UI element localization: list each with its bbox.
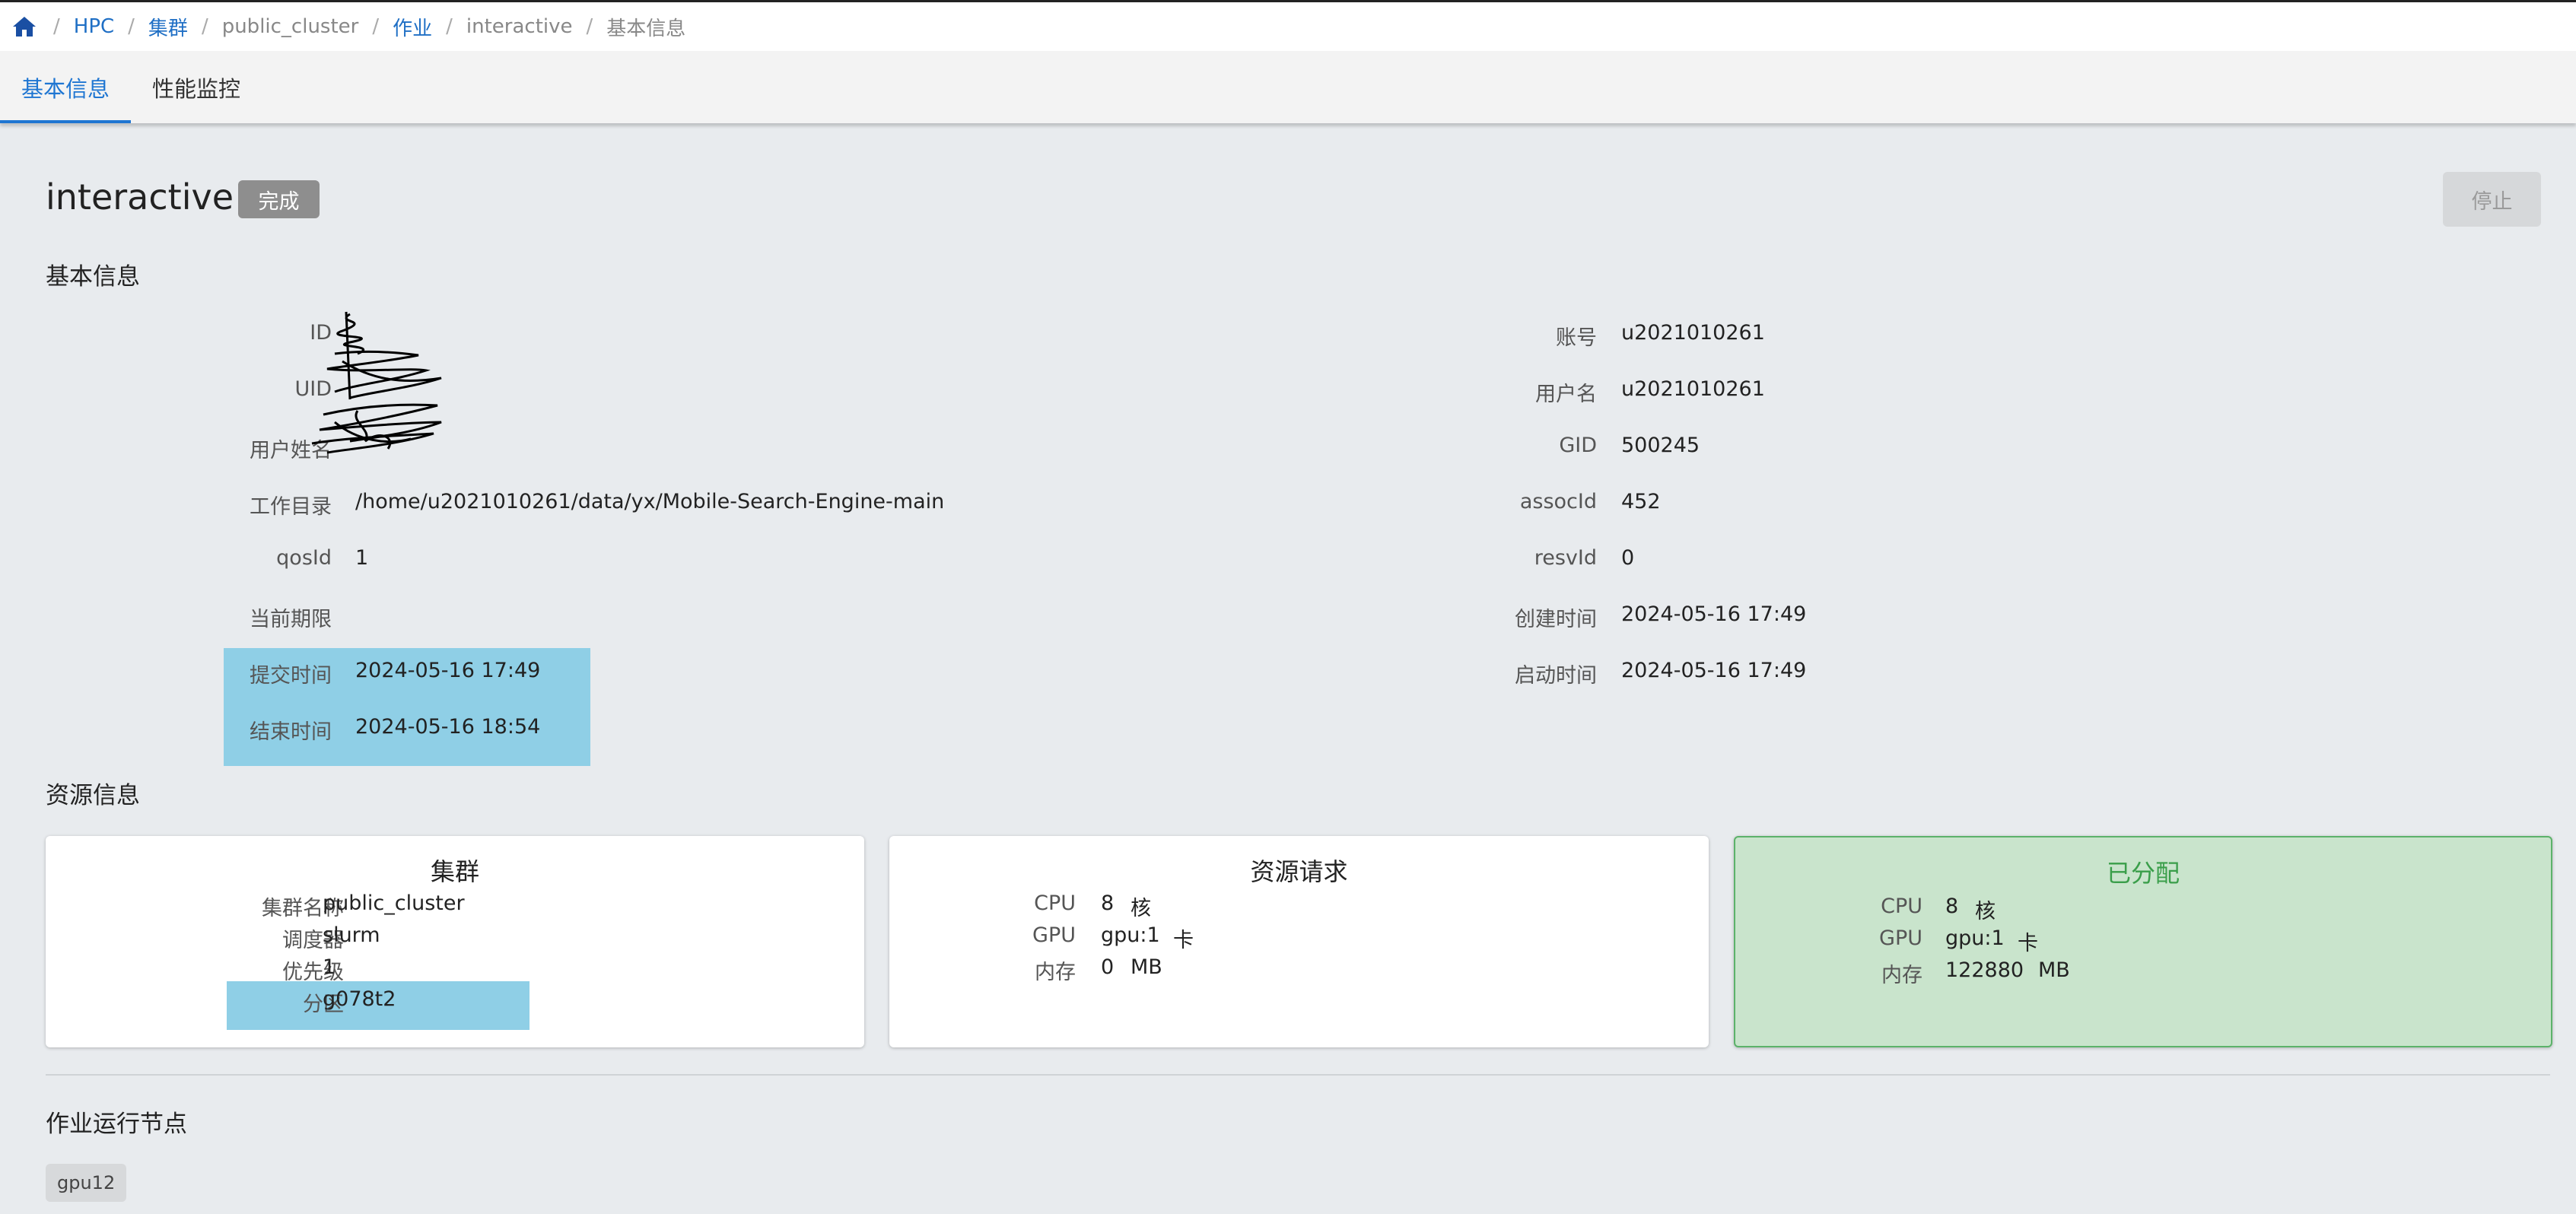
request-memory-label: 内存 [1035, 961, 1076, 984]
field-value-account: u2021010261 [1621, 321, 1765, 345]
job-nodes-title: 作业运行节点 [46, 1111, 187, 1138]
request-card-title: 资源请求 [1250, 857, 1348, 886]
request-gpu-label: GPU [1032, 923, 1076, 947]
tab-bar: 基本信息 性能监控 [0, 51, 2576, 123]
field-label-user-full-name: 用户姓名 [250, 439, 332, 462]
allocated-cpu-label: CPU [1881, 895, 1922, 918]
field-label-qosid: qosId [276, 546, 332, 570]
partition-value: g078t2 [323, 987, 396, 1011]
field-value-work-dir: /home/u2021010261/data/yx/Mobile-Search-… [355, 490, 945, 513]
resource-info-title: 资源信息 [46, 782, 140, 809]
breadcrumb-current: 基本信息 [606, 17, 686, 40]
tab-basic-info[interactable]: 基本信息 [0, 51, 132, 123]
request-gpu-unit: 卡 [1173, 929, 1194, 952]
allocated-card: 已分配 CPU 8 核 GPU gpu:1 卡 内存 122880 MB [1734, 836, 2552, 1047]
field-label-start-time: 启动时间 [1515, 664, 1597, 688]
scheduler-label: 调度器 [282, 929, 344, 952]
field-value-qosid: 1 [355, 546, 369, 570]
field-label-resvid: resvId [1534, 546, 1597, 570]
field-value-associd: 452 [1621, 490, 1661, 513]
breadcrumb-job-name: interactive [466, 15, 573, 38]
breadcrumb-separator: / [53, 15, 60, 38]
page-title: interactive [46, 176, 234, 218]
field-label-id: ID [310, 321, 332, 345]
allocated-cpu-unit: 核 [1975, 900, 1996, 923]
field-label-time-limit: 当前期限 [250, 608, 332, 631]
breadcrumb-separator: / [446, 15, 453, 38]
allocated-memory-value: 122880 [1945, 958, 2024, 982]
priority-value: 1 [323, 955, 336, 979]
basic-info-title: 基本信息 [46, 263, 140, 291]
node-chip[interactable]: gpu12 [46, 1164, 127, 1202]
allocated-gpu-label: GPU [1879, 926, 1922, 950]
allocated-memory-label: 内存 [1881, 964, 1922, 987]
field-label-submit-time: 提交时间 [250, 664, 332, 688]
breadcrumb-cluster-name: public_cluster [221, 15, 359, 38]
tab-performance[interactable]: 性能监控 [131, 51, 262, 123]
field-label-gid: GID [1559, 434, 1597, 457]
field-value-end-time: 2024-05-16 18:54 [355, 715, 541, 739]
field-value-create-time: 2024-05-16 17:49 [1621, 602, 1807, 626]
allocated-cpu-value: 8 [1945, 895, 1959, 918]
field-value-start-time: 2024-05-16 17:49 [1621, 659, 1807, 682]
breadcrumb-separator: / [201, 15, 208, 38]
section-divider [46, 1074, 2550, 1076]
field-label-associd: assocId [1519, 490, 1597, 513]
field-label-username: 用户名 [1535, 383, 1597, 406]
request-cpu-value: 8 [1101, 891, 1115, 915]
redaction-scribble [311, 311, 442, 454]
breadcrumb-jobs[interactable]: 作业 [393, 13, 432, 41]
request-cpu-unit: 核 [1131, 897, 1151, 920]
status-badge: 完成 [238, 180, 320, 218]
allocated-gpu-value: gpu:1 [1945, 926, 2005, 950]
priority-label: 优先级 [282, 961, 344, 984]
field-value-gid: 500245 [1621, 434, 1700, 457]
resource-request-card: 资源请求 CPU 8 核 GPU gpu:1 卡 内存 0 MB [889, 836, 1709, 1047]
allocated-memory-unit: MB [2038, 958, 2070, 982]
field-value-submit-time: 2024-05-16 17:49 [355, 659, 541, 682]
breadcrumb-separator: / [128, 15, 135, 38]
breadcrumb-cluster[interactable]: 集群 [148, 13, 188, 41]
field-label-account: 账号 [1556, 326, 1597, 350]
breadcrumb-separator: / [586, 15, 593, 38]
allocated-card-title: 已分配 [2106, 859, 2180, 888]
field-value-resvid: 0 [1621, 546, 1635, 570]
field-label-create-time: 创建时间 [1515, 608, 1597, 631]
cluster-name-value: public_cluster [323, 891, 465, 915]
field-value-username: u2021010261 [1621, 377, 1765, 401]
partition-label: 分区 [303, 993, 344, 1016]
home-icon[interactable] [9, 11, 40, 42]
request-cpu-label: CPU [1034, 891, 1076, 915]
request-memory-unit: MB [1131, 955, 1162, 979]
request-gpu-value: gpu:1 [1101, 923, 1160, 947]
field-label-work-dir: 工作目录 [250, 495, 332, 519]
cluster-card-title: 集群 [430, 857, 479, 886]
allocated-gpu-unit: 卡 [2018, 932, 2038, 955]
field-label-uid: UID [294, 377, 332, 401]
breadcrumb: / HPC / 集群 / public_cluster / 作业 / inter… [0, 2, 2576, 51]
scheduler-value: slurm [323, 923, 380, 947]
breadcrumb-hpc[interactable]: HPC [74, 15, 114, 38]
cluster-name-label: 集群名称 [262, 897, 344, 920]
stop-button[interactable]: 停止 [2443, 172, 2541, 227]
cluster-card: 集群 集群名称 public_cluster 调度器 slurm 优先级 1 分… [46, 836, 864, 1047]
field-label-end-time: 结束时间 [250, 720, 332, 744]
breadcrumb-separator: / [372, 15, 380, 38]
request-memory-value: 0 [1101, 955, 1115, 979]
